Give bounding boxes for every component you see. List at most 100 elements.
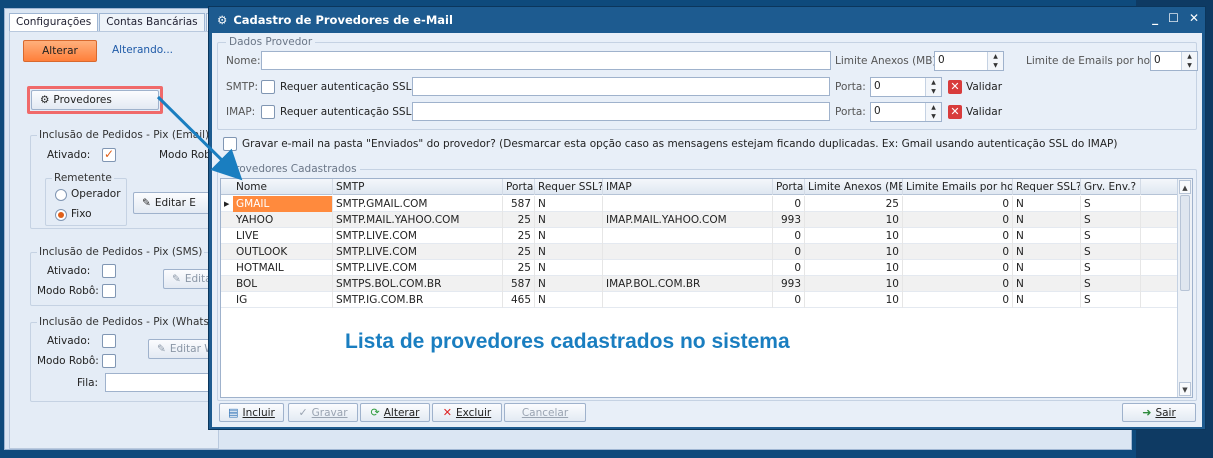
table-cell[interactable]: SMTP.GMAIL.COM — [333, 196, 503, 212]
table-cell[interactable]: 0 — [903, 196, 1013, 212]
table-cell[interactable]: S — [1081, 244, 1141, 260]
table-cell[interactable]: SMTPS.BOL.COM.BR — [333, 276, 503, 292]
table-cell[interactable]: N — [535, 212, 603, 228]
table-cell[interactable]: 465 — [503, 292, 535, 308]
table-cell[interactable]: N — [1013, 292, 1081, 308]
table-row[interactable]: HOTMAIL SMTP.LIVE.COM 25 N 0 10 0 N S — [221, 260, 1179, 276]
spin-arrows-icon[interactable]: ▲ ▼ — [925, 103, 941, 121]
nome-input[interactable] — [261, 51, 831, 70]
excluir-button[interactable]: ✕ Excluir — [432, 403, 502, 422]
table-cell[interactable]: 0 — [903, 292, 1013, 308]
table-cell[interactable]: BOL — [233, 276, 333, 292]
tab-configuracoes[interactable]: Configurações — [9, 13, 99, 31]
table-cell[interactable]: 0 — [773, 228, 805, 244]
imap-ssl-checkbox[interactable] — [261, 105, 275, 119]
table-cell[interactable]: N — [1013, 228, 1081, 244]
table-cell[interactable]: 0 — [773, 292, 805, 308]
col-porta-imap[interactable]: Porta — [773, 179, 805, 195]
sms-modo-robo-checkbox[interactable] — [102, 284, 116, 298]
table-cell[interactable]: 587 — [503, 276, 535, 292]
table-cell[interactable]: 993 — [773, 212, 805, 228]
smtp-ssl-checkbox[interactable] — [261, 80, 275, 94]
table-cell[interactable]: S — [1081, 196, 1141, 212]
table-cell[interactable] — [603, 244, 773, 260]
limite-anexos-spinner[interactable]: 0 ▲ ▼ — [934, 51, 1004, 71]
col-ssl-smtp[interactable]: Requer SSL? — [535, 179, 603, 195]
table-cell[interactable]: 10 — [805, 276, 903, 292]
col-porta-smtp[interactable]: Porta — [503, 179, 535, 195]
table-cell[interactable]: 25 — [805, 196, 903, 212]
validar-smtp-label[interactable]: Validar — [966, 81, 1002, 93]
table-cell[interactable]: N — [1013, 276, 1081, 292]
provedores-grid[interactable]: Nome SMTP Porta Requer SSL? IMAP Porta L… — [220, 178, 1193, 398]
table-cell[interactable]: SMTP.LIVE.COM — [333, 260, 503, 276]
gravar-button[interactable]: ✓ Gravar — [288, 403, 358, 422]
table-cell[interactable]: S — [1081, 276, 1141, 292]
table-cell[interactable]: LIVE — [233, 228, 333, 244]
provedores-button[interactable]: ⚙ Provedores — [31, 90, 159, 110]
table-cell[interactable]: 0 — [903, 212, 1013, 228]
table-cell[interactable] — [603, 260, 773, 276]
spin-arrows-icon[interactable]: ▲ ▼ — [925, 78, 941, 96]
email-ativado-checkbox[interactable] — [102, 147, 116, 162]
table-cell[interactable]: SMTP.LIVE.COM — [333, 228, 503, 244]
imap-input[interactable] — [412, 102, 830, 121]
table-cell[interactable]: 0 — [773, 260, 805, 276]
limite-emails-spinner[interactable]: 0 ▲ ▼ — [1150, 51, 1198, 71]
porta-smtp-spinner[interactable]: 0 ▲ ▼ — [870, 77, 942, 97]
validar-imap-icon[interactable]: ✕ — [948, 105, 962, 119]
table-cell[interactable]: 993 — [773, 276, 805, 292]
col-grv-env[interactable]: Grv. Env.? — [1081, 179, 1141, 195]
table-cell[interactable] — [603, 196, 773, 212]
table-cell[interactable]: N — [1013, 196, 1081, 212]
table-cell[interactable]: 0 — [903, 244, 1013, 260]
validar-smtp-icon[interactable]: ✕ — [948, 80, 962, 94]
table-cell[interactable]: 10 — [805, 212, 903, 228]
table-cell[interactable]: IMAP.MAIL.YAHOO.COM — [603, 212, 773, 228]
table-cell[interactable]: N — [535, 196, 603, 212]
maximize-icon[interactable]: ☐ — [1168, 11, 1179, 25]
table-cell[interactable]: 0 — [773, 196, 805, 212]
table-cell[interactable]: N — [535, 228, 603, 244]
table-cell[interactable]: N — [1013, 260, 1081, 276]
table-cell[interactable]: N — [535, 276, 603, 292]
table-cell[interactable]: 0 — [903, 276, 1013, 292]
table-cell[interactable]: 10 — [805, 228, 903, 244]
table-cell[interactable] — [603, 228, 773, 244]
validar-imap-label[interactable]: Validar — [966, 106, 1002, 118]
table-cell[interactable]: N — [535, 292, 603, 308]
table-row[interactable]: YAHOO SMTP.MAIL.YAHOO.COM 25 N IMAP.MAIL.YAH… — [221, 212, 1179, 228]
grid-scrollbar[interactable]: ▲ ▼ — [1177, 179, 1192, 397]
table-cell[interactable]: 0 — [773, 244, 805, 260]
table-cell[interactable]: YAHOO — [233, 212, 333, 228]
table-cell[interactable]: IG — [233, 292, 333, 308]
minimize-icon[interactable]: _ — [1152, 11, 1158, 25]
scroll-up-icon[interactable]: ▲ — [1179, 180, 1191, 194]
table-cell[interactable]: S — [1081, 228, 1141, 244]
table-cell[interactable]: 25 — [503, 244, 535, 260]
table-row[interactable]: ▶ GMAIL SMTP.GMAIL.COM 587 N 0 25 0 N S — [221, 196, 1179, 212]
table-cell[interactable]: 10 — [805, 244, 903, 260]
table-row[interactable]: LIVE SMTP.LIVE.COM 25 N 0 10 0 N S — [221, 228, 1179, 244]
table-cell[interactable]: 0 — [903, 228, 1013, 244]
close-icon[interactable]: ✕ — [1189, 11, 1199, 25]
alterar-button[interactable]: Alterar — [23, 40, 97, 62]
table-cell[interactable]: S — [1081, 292, 1141, 308]
scroll-down-icon[interactable]: ▼ — [1179, 382, 1191, 396]
table-cell[interactable]: 25 — [503, 212, 535, 228]
fixo-radio[interactable] — [55, 209, 67, 221]
table-cell[interactable]: N — [1013, 212, 1081, 228]
table-cell[interactable]: SMTP.IG.COM.BR — [333, 292, 503, 308]
table-cell[interactable]: SMTP.MAIL.YAHOO.COM — [333, 212, 503, 228]
table-cell[interactable]: 0 — [903, 260, 1013, 276]
table-cell[interactable]: 25 — [503, 228, 535, 244]
col-ssl-imap[interactable]: Requer SSL? — [1013, 179, 1081, 195]
table-row[interactable]: BOL SMTPS.BOL.COM.BR 587 N IMAP.BOL.COM.BR 99… — [221, 276, 1179, 292]
table-cell[interactable]: HOTMAIL — [233, 260, 333, 276]
incluir-button[interactable]: ▤ Incluir — [219, 403, 284, 422]
table-cell[interactable]: 10 — [805, 260, 903, 276]
table-cell[interactable]: N — [535, 244, 603, 260]
porta-imap-spinner[interactable]: 0 ▲ ▼ — [870, 102, 942, 122]
table-cell[interactable]: N — [535, 260, 603, 276]
sair-button[interactable]: ➜ Sair — [1122, 403, 1196, 422]
